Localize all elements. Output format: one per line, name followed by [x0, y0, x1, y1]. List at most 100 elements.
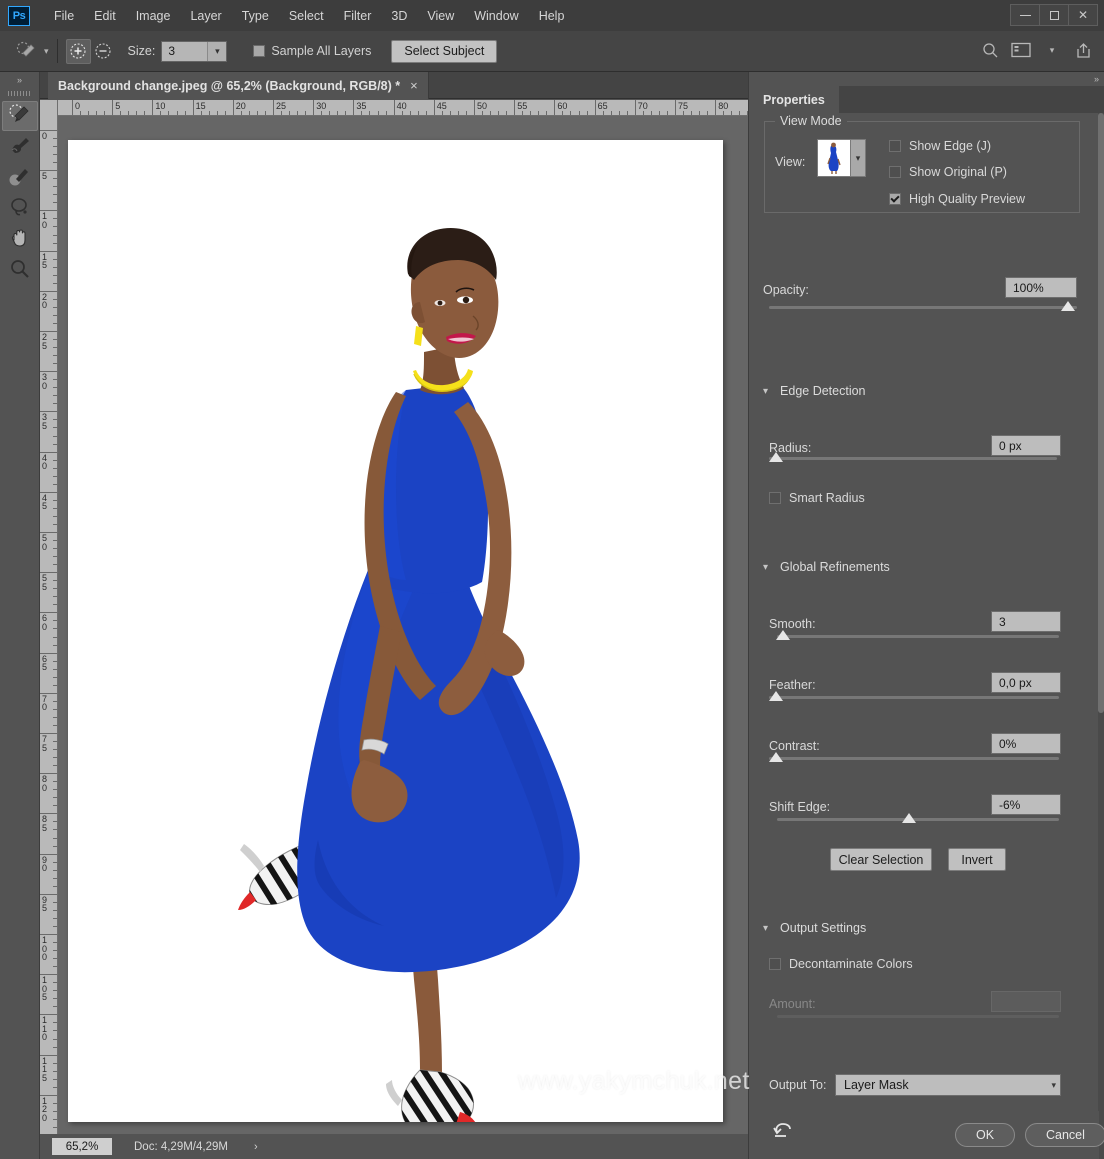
edge-detection-section-header[interactable]: ▾ Edge Detection: [763, 384, 866, 398]
ruler-tick-label: 80: [718, 101, 729, 111]
menu-item-window[interactable]: Window: [464, 5, 528, 27]
zoom-level-input[interactable]: 65,2%: [52, 1138, 112, 1155]
menu-item-3d[interactable]: 3D: [381, 5, 417, 27]
opacity-slider-knob[interactable]: [1061, 301, 1075, 311]
opacity-input[interactable]: 100%: [1005, 277, 1077, 298]
tab-properties[interactable]: Properties: [749, 86, 839, 113]
smooth-input[interactable]: 3: [991, 611, 1061, 632]
quick-selection-tool-button[interactable]: [2, 101, 38, 131]
panel-grip[interactable]: [0, 88, 39, 100]
menu-item-edit[interactable]: Edit: [84, 5, 126, 27]
feather-slider-track[interactable]: [769, 696, 1059, 699]
high-quality-preview-checkbox[interactable]: High Quality Preview: [889, 192, 1025, 206]
panel-scrollbar-thumb[interactable]: [1098, 113, 1104, 713]
menu-item-select[interactable]: Select: [279, 5, 334, 27]
ruler-minor-tick: [53, 966, 57, 968]
sample-all-layers-checkbox[interactable]: Sample All Layers: [253, 44, 371, 58]
title-bar: Ps File Edit Image Layer Type Select Fil…: [0, 0, 1104, 31]
decontaminate-colors-label: Decontaminate Colors: [789, 957, 913, 971]
shift-edge-input[interactable]: -6%: [991, 794, 1061, 815]
shift-edge-slider-knob[interactable]: [902, 813, 916, 823]
subtract-from-selection-button[interactable]: [91, 39, 116, 64]
chevron-down-icon[interactable]: ▾: [1051, 1080, 1056, 1091]
menu-item-file[interactable]: File: [44, 5, 84, 27]
horizontal-ruler[interactable]: 0 5 10 15 20 25 30 35 40 45 50 55 60 65 70 75 80: [58, 100, 748, 116]
document-tab[interactable]: Background change.jpeg @ 65,2% (Backgrou…: [48, 72, 429, 99]
status-menu-icon[interactable]: ›: [254, 1141, 258, 1153]
share-icon[interactable]: [1072, 39, 1094, 61]
ruler-minor-tick: [160, 111, 162, 115]
chevron-down-icon[interactable]: ▾: [207, 41, 227, 61]
menu-item-help[interactable]: Help: [529, 5, 575, 27]
ruler-minor-tick: [53, 636, 57, 638]
vertical-ruler[interactable]: 0510152025303540455055606570758085909510…: [40, 100, 58, 1134]
chevron-down-icon[interactable]: ▾: [763, 562, 768, 573]
panel-scrollbar[interactable]: [1098, 113, 1104, 1159]
ruler-minor-tick: [53, 676, 57, 678]
ruler-minor-tick: [53, 234, 57, 236]
contrast-slider-track[interactable]: [769, 757, 1059, 760]
global-refinements-section-header[interactable]: ▾ Global Refinements: [763, 560, 890, 574]
output-settings-section-header[interactable]: ▾ Output Settings: [763, 921, 866, 935]
output-to-select[interactable]: Layer Mask ▾: [835, 1074, 1061, 1096]
ruler-minor-tick: [53, 459, 57, 461]
menu-item-filter[interactable]: Filter: [334, 5, 382, 27]
ruler-minor-tick: [683, 111, 685, 115]
hand-tool-button[interactable]: [2, 225, 38, 255]
size-input[interactable]: 3 ▾: [161, 40, 228, 62]
show-original-checkbox[interactable]: Show Original (P): [889, 165, 1007, 179]
menu-item-type[interactable]: Type: [232, 5, 279, 27]
feather-slider-knob[interactable]: [769, 691, 783, 701]
shift-edge-slider-track[interactable]: [777, 818, 1059, 821]
zoom-tool-button[interactable]: [2, 256, 38, 286]
chevron-down-icon[interactable]: ▾: [763, 386, 768, 397]
radius-slider-track[interactable]: [769, 457, 1057, 460]
add-to-selection-button[interactable]: [65, 38, 91, 64]
cancel-button[interactable]: Cancel: [1025, 1123, 1104, 1147]
lasso-tool-button[interactable]: [2, 194, 38, 224]
close-button[interactable]: ✕: [1068, 4, 1098, 26]
chevron-down-icon[interactable]: ▾: [44, 46, 49, 57]
output-to-value: Layer Mask: [844, 1078, 909, 1092]
chevron-down-icon[interactable]: ▾: [851, 139, 866, 177]
radius-input[interactable]: 0 px: [991, 435, 1061, 456]
reset-arrow-icon[interactable]: [773, 1120, 793, 1143]
menu-item-layer[interactable]: Layer: [180, 5, 231, 27]
menu-item-view[interactable]: View: [417, 5, 464, 27]
smart-radius-checkbox[interactable]: Smart Radius: [769, 491, 865, 505]
select-subject-button[interactable]: Select Subject: [391, 39, 498, 63]
refine-edge-brush-tool-button[interactable]: [2, 132, 38, 162]
close-icon[interactable]: ×: [410, 78, 418, 93]
size-label: Size:: [127, 44, 156, 58]
ruler-minor-tick: [385, 111, 387, 115]
active-tool-preview[interactable]: ▾: [14, 39, 49, 63]
contrast-slider-knob[interactable]: [769, 752, 783, 762]
collapse-panel-icon[interactable]: »: [1094, 74, 1099, 84]
menu-item-image[interactable]: Image: [126, 5, 181, 27]
maximize-button[interactable]: [1039, 4, 1069, 26]
contrast-input[interactable]: 0%: [991, 733, 1061, 754]
ok-button[interactable]: OK: [955, 1123, 1016, 1147]
canvas-viewport[interactable]: [58, 116, 748, 1134]
decontaminate-colors-checkbox[interactable]: Decontaminate Colors: [769, 957, 913, 971]
smooth-slider-knob[interactable]: [776, 630, 790, 640]
view-preview-thumbnail[interactable]: [817, 139, 851, 177]
ruler-minor-tick: [53, 523, 57, 525]
invert-button[interactable]: Invert: [948, 848, 1006, 871]
ruler-minor-tick: [53, 1086, 57, 1088]
search-icon[interactable]: [979, 39, 1001, 61]
smooth-slider-track[interactable]: [777, 635, 1059, 638]
clear-selection-button[interactable]: Clear Selection: [830, 848, 932, 871]
feather-input[interactable]: 0,0 px: [991, 672, 1061, 693]
collapse-panel-icon[interactable]: »: [0, 72, 39, 88]
opacity-slider-track[interactable]: [769, 306, 1077, 309]
radius-slider-knob[interactable]: [769, 452, 783, 462]
chevron-down-icon[interactable]: ▾: [763, 923, 768, 934]
workspace-icon[interactable]: [1010, 39, 1032, 61]
show-edge-checkbox[interactable]: Show Edge (J): [889, 139, 991, 153]
chevron-down-icon[interactable]: ▾: [1041, 39, 1063, 61]
document-canvas[interactable]: [68, 140, 723, 1122]
view-thumbnail-picker[interactable]: ▾: [817, 139, 866, 177]
minimize-button[interactable]: [1010, 4, 1040, 26]
brush-tool-button[interactable]: [2, 163, 38, 193]
